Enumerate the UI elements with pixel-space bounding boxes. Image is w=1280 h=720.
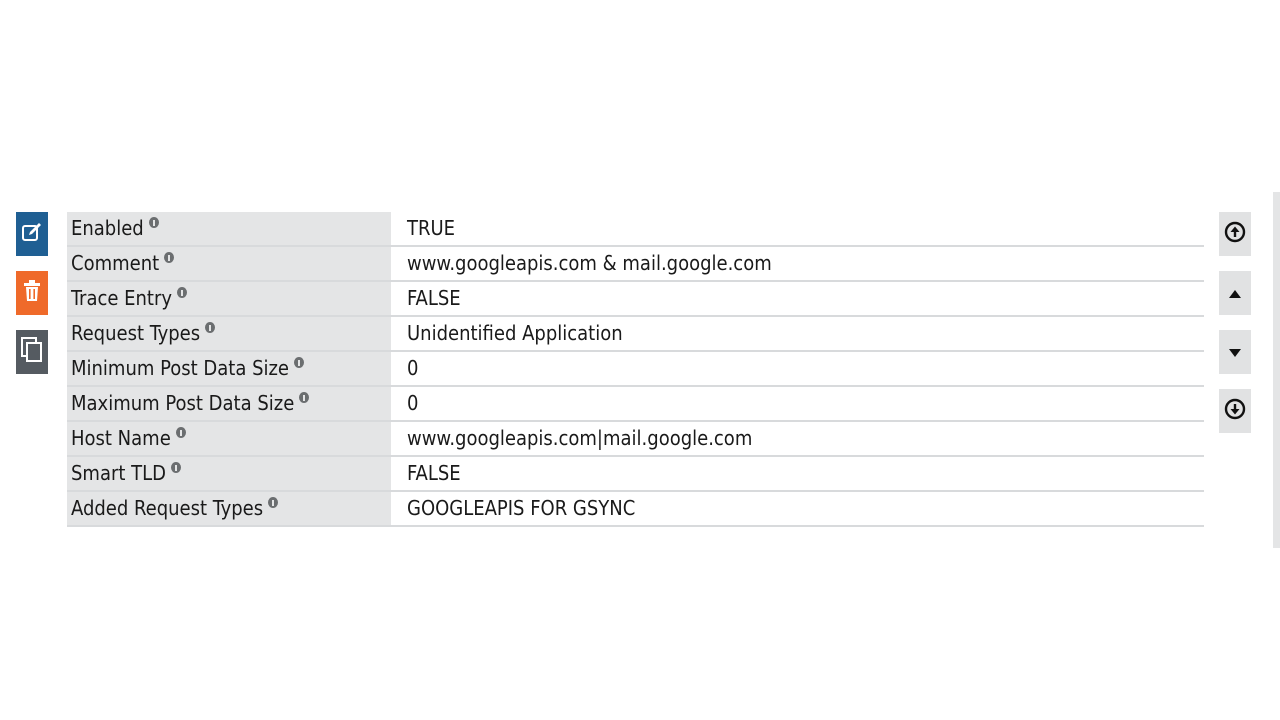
property-value: www.googleapis.com & mail.google.com: [407, 251, 772, 275]
copy-icon: [20, 336, 44, 368]
property-row: Smart TLD FALSE: [67, 457, 1204, 492]
property-value: 0: [407, 356, 419, 380]
info-icon[interactable]: [177, 287, 188, 298]
move-bottom-icon: [1224, 398, 1246, 424]
property-label: Minimum Post Data Size: [67, 352, 391, 385]
property-value: 0: [407, 391, 419, 415]
move-down-button[interactable]: [1219, 330, 1251, 374]
property-row: Enabled TRUE: [67, 212, 1204, 247]
properties-table: Enabled TRUE Comment www.googleapis.com …: [67, 212, 1204, 527]
info-icon[interactable]: [299, 392, 310, 403]
property-row: Host Name www.googleapis.com|mail.google…: [67, 422, 1204, 457]
move-up-button[interactable]: [1219, 271, 1251, 315]
info-icon[interactable]: [175, 427, 186, 438]
property-row: Minimum Post Data Size 0: [67, 352, 1204, 387]
scroll-track[interactable]: [1273, 192, 1280, 548]
property-label: Smart TLD: [67, 457, 391, 490]
move-down-icon: [1228, 343, 1242, 362]
info-icon[interactable]: [164, 252, 175, 263]
property-label: Comment: [67, 247, 391, 280]
property-value: GOOGLEAPIS FOR GSYNC: [407, 496, 636, 520]
property-value: TRUE: [407, 216, 456, 240]
copy-button[interactable]: [16, 330, 48, 374]
property-value: FALSE: [407, 286, 461, 310]
property-value: Unidentified Application: [407, 321, 623, 345]
info-icon[interactable]: [294, 357, 305, 368]
move-top-button[interactable]: [1219, 212, 1251, 256]
property-row: Comment www.googleapis.com & mail.google…: [67, 247, 1204, 282]
info-icon[interactable]: [268, 497, 279, 508]
info-icon[interactable]: [148, 217, 159, 228]
property-row: Trace Entry FALSE: [67, 282, 1204, 317]
property-value: FALSE: [407, 461, 461, 485]
property-label: Added Request Types: [67, 492, 391, 525]
trash-icon: [23, 280, 41, 306]
order-navigation: [1219, 212, 1251, 448]
property-value: www.googleapis.com|mail.google.com: [407, 426, 753, 450]
delete-button[interactable]: [16, 271, 48, 315]
property-label: Enabled: [67, 212, 391, 245]
info-icon[interactable]: [205, 322, 216, 333]
property-row: Added Request Types GOOGLEAPIS FOR GSYNC: [67, 492, 1204, 527]
row-actions: [16, 212, 48, 389]
property-label: Trace Entry: [67, 282, 391, 315]
info-icon[interactable]: [171, 462, 181, 473]
property-label: Maximum Post Data Size: [67, 387, 391, 420]
property-row: Request Types Unidentified Application: [67, 317, 1204, 352]
move-top-icon: [1224, 221, 1246, 247]
edit-icon: [21, 221, 43, 247]
property-row: Maximum Post Data Size 0: [67, 387, 1204, 422]
move-bottom-button[interactable]: [1219, 389, 1251, 433]
property-label: Host Name: [67, 422, 391, 455]
move-up-icon: [1228, 284, 1242, 303]
edit-button[interactable]: [16, 212, 48, 256]
property-label: Request Types: [67, 317, 391, 350]
